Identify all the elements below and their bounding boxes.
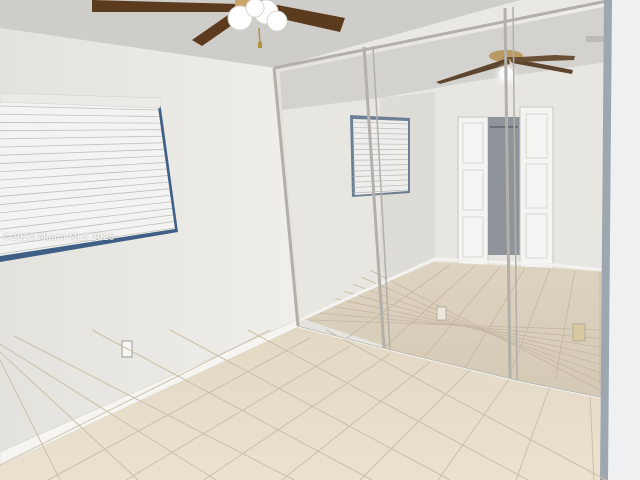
photo-watermark: ©2025 Miami MLS 2025	[2, 233, 115, 243]
bedroom-photo: ©2025 Miami MLS 2025	[0, 0, 640, 480]
mirror-reflection-window	[350, 115, 410, 197]
